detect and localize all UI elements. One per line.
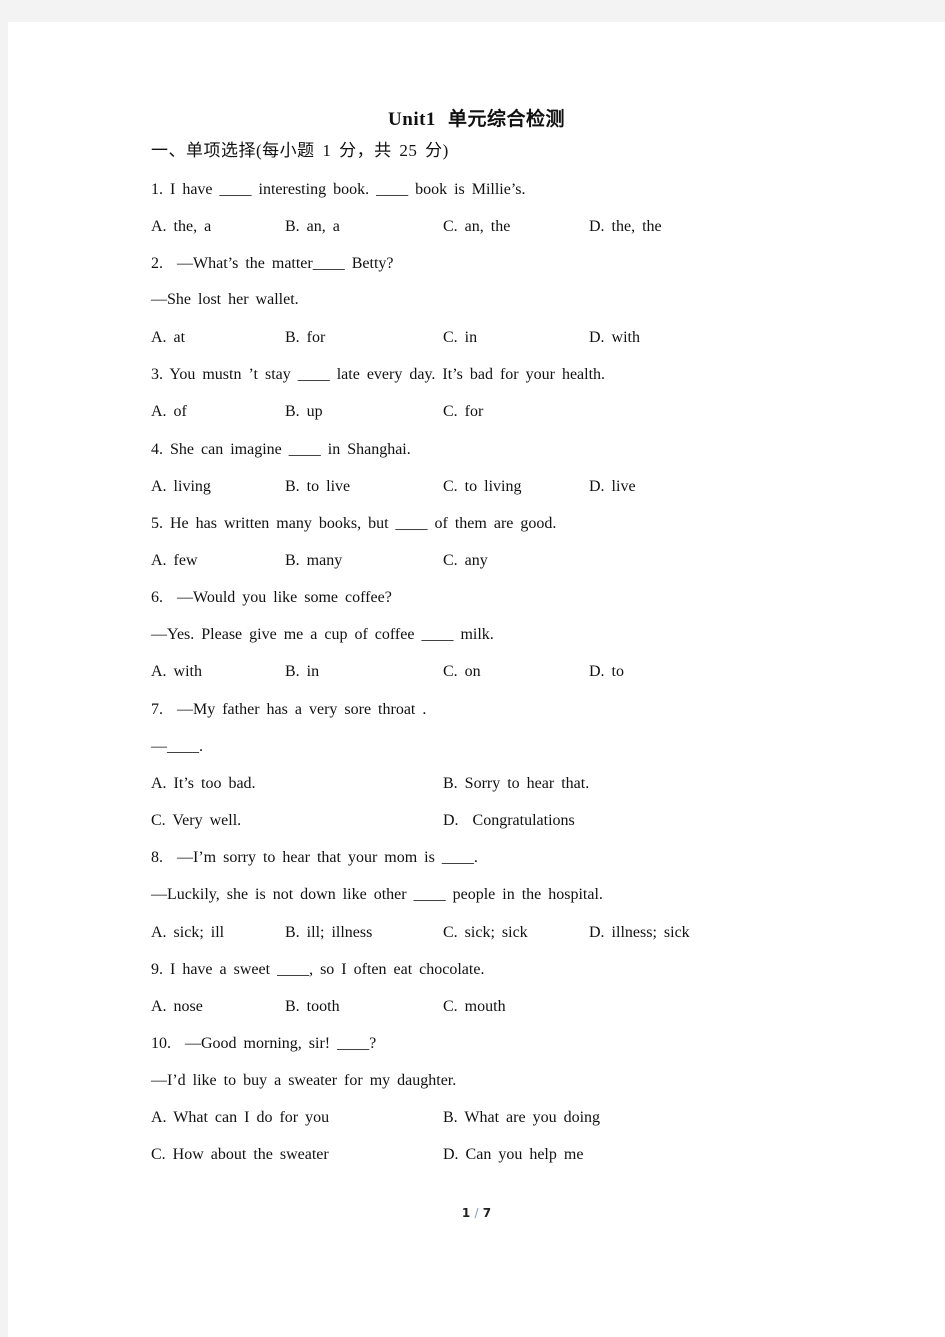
option-a: A. It’s too bad. — [151, 775, 256, 792]
option-d: D. illness; sick — [589, 924, 690, 941]
question-7-stem: 7. —My father has a very sore throat . — [151, 701, 427, 718]
question-6-reply: —Yes. Please give me a cup of coffee ___… — [151, 626, 494, 643]
question-9-stem: 9. I have a sweet ____, so I often eat c… — [151, 961, 485, 978]
question-10-reply: —I’d like to buy a sweater for my daught… — [151, 1072, 457, 1089]
option-b: B. to live — [285, 478, 351, 495]
option-b: B. What are you doing — [443, 1109, 601, 1126]
option-c: C. to living — [443, 478, 522, 495]
option-b: B. Sorry to hear that. — [443, 775, 590, 792]
question-3-stem: 3. You mustn ’t stay ____ late every day… — [151, 366, 606, 383]
option-b: B. tooth — [285, 998, 340, 1015]
option-b: B. many — [285, 552, 343, 569]
option-a: A. the, a — [151, 218, 212, 235]
option-c: C. on — [443, 663, 481, 680]
option-b: B. for — [285, 329, 326, 346]
option-d: D. to — [589, 663, 624, 680]
option-a: A. at — [151, 329, 186, 346]
option-c: C. in — [443, 329, 478, 346]
question-8-stem: 8. —I’m sorry to hear that your mom is _… — [151, 849, 478, 866]
document-page: Unit1 单元综合检测 一、单项选择(每小题 1 分，共 25 分) 1. I … — [8, 22, 945, 1337]
option-d: D. Congratulations — [443, 812, 575, 829]
option-d: D. the, the — [589, 218, 662, 235]
option-d: D. live — [589, 478, 636, 495]
option-c: C. sick; sick — [443, 924, 528, 941]
option-a: A. with — [151, 663, 202, 680]
option-d: D. Can you help me — [443, 1146, 584, 1163]
option-c: C. any — [443, 552, 488, 569]
option-c: C. mouth — [443, 998, 506, 1015]
option-c: C. Very well. — [151, 812, 242, 829]
option-b: B. an, a — [285, 218, 340, 235]
option-a: A. living — [151, 478, 211, 495]
option-a: A. nose — [151, 998, 203, 1015]
question-6-stem: 6. —Would you like some coffee? — [151, 589, 392, 606]
option-b: B. up — [285, 403, 323, 420]
option-b: B. in — [285, 663, 320, 680]
total-pages: 7 — [482, 1206, 492, 1220]
page-number: 1 / 7 — [8, 1206, 945, 1220]
question-5-stem: 5. He has written many books, but ____ o… — [151, 515, 557, 532]
option-b: B. ill; illness — [285, 924, 373, 941]
option-a: A. few — [151, 552, 198, 569]
option-c: C. an, the — [443, 218, 511, 235]
option-a: A. sick; ill — [151, 924, 225, 941]
current-page: 1 — [461, 1206, 471, 1220]
question-7-reply: —____. — [151, 738, 203, 755]
title-unit: Unit1 — [388, 109, 436, 130]
option-d: D. with — [589, 329, 640, 346]
question-1-stem: 1. I have ____ interesting book. ____ bo… — [151, 181, 526, 198]
document-title: Unit1 单元综合检测 — [8, 104, 945, 131]
question-2-stem: 2. —What’s the matter____ Betty? — [151, 255, 394, 272]
question-2-reply: —She lost her wallet. — [151, 291, 299, 308]
question-8-reply: —Luckily, she is not down like other ___… — [151, 886, 603, 903]
question-10-stem: 10. —Good morning, sir! ____? — [151, 1035, 377, 1052]
section-heading: 一、单项选择(每小题 1 分，共 25 分) — [151, 141, 449, 160]
option-a: A. of — [151, 403, 187, 420]
title-chinese: 单元综合检测 — [447, 109, 565, 130]
page-separator: / — [474, 1206, 479, 1220]
question-4-stem: 4. She can imagine ____ in Shanghai. — [151, 441, 411, 458]
option-a: A. What can I do for you — [151, 1109, 330, 1126]
option-c: C. for — [443, 403, 484, 420]
option-c: C. How about the sweater — [151, 1146, 329, 1163]
